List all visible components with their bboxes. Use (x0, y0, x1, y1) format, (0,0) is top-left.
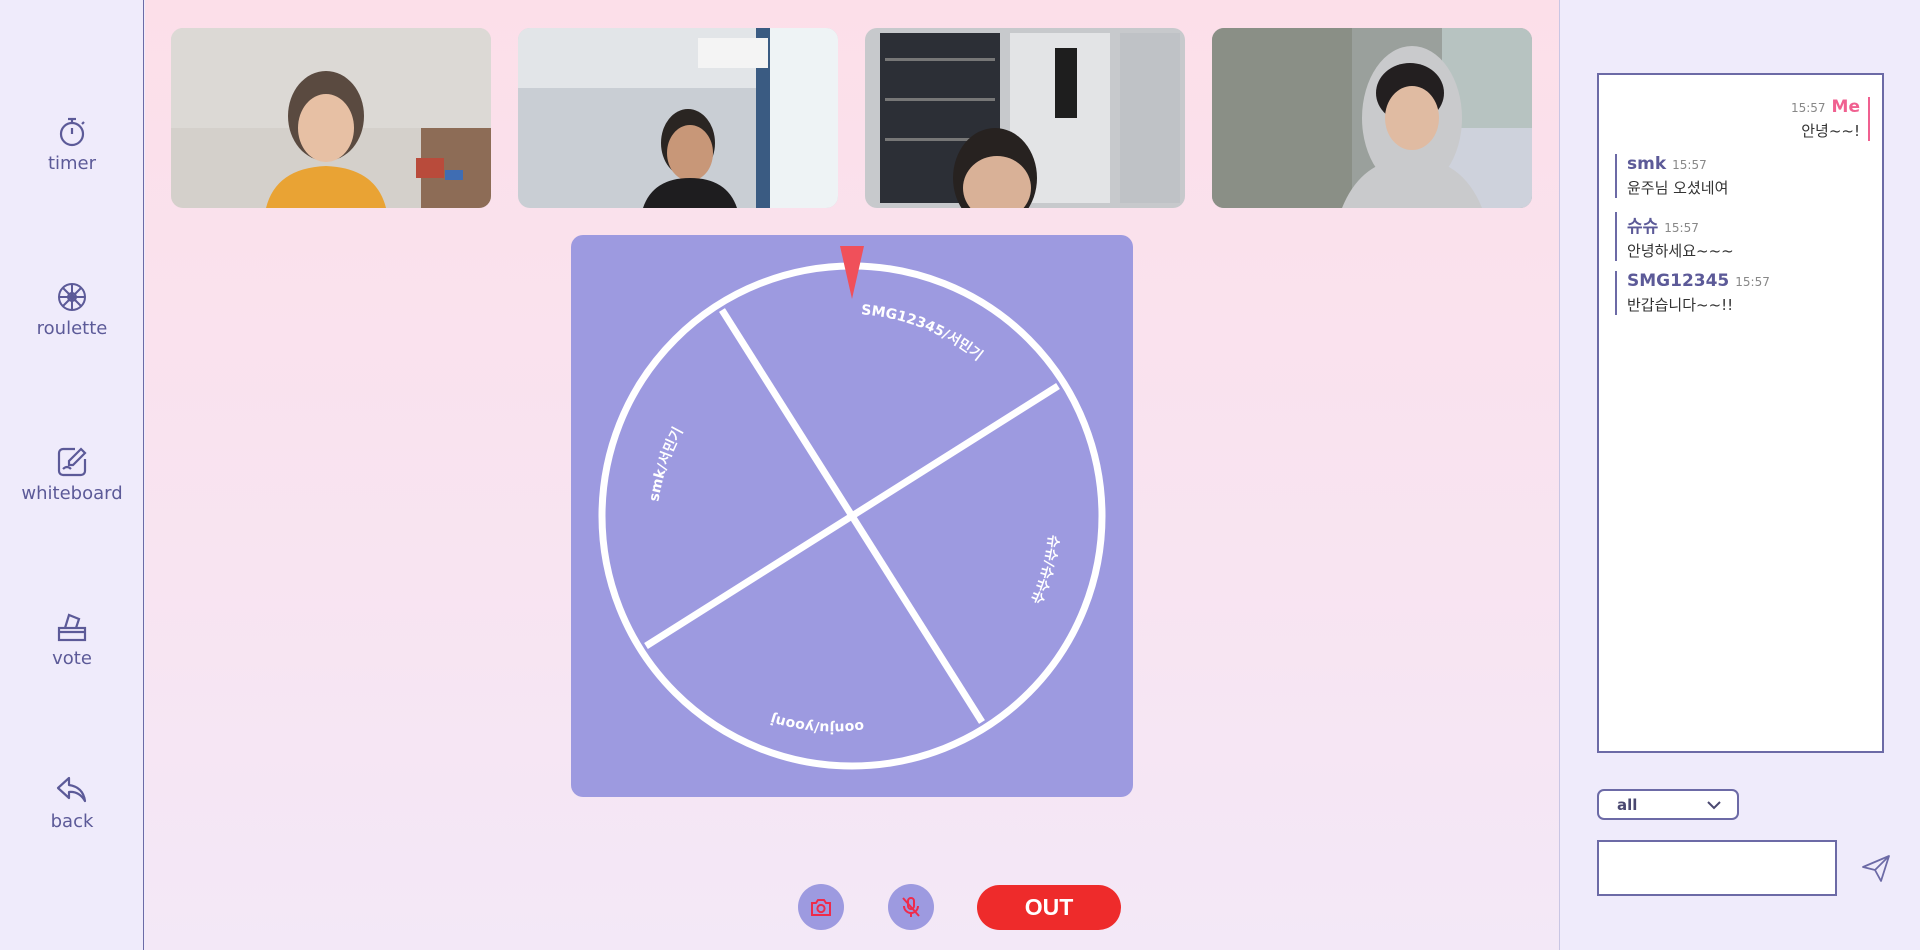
message-text: 반갑습니다~~!! (1627, 296, 1734, 314)
sidebar-item-label: timer (47, 153, 97, 174)
message-sender: Me (1831, 97, 1860, 117)
message-text: 안녕~~! (1801, 122, 1860, 140)
recipient-select-value: all (1617, 795, 1638, 814)
roulette-wheel[interactable]: SMG12345/서민기 슈슈/슈슈슈 yoonju/yoonju smk/서민… (566, 223, 1133, 797)
message-text: 윤주님 오셨네여 (1627, 179, 1729, 197)
video-tile-participant-1 (171, 28, 491, 208)
message-time: 15:57 (1672, 158, 1707, 172)
sidebar-item-back[interactable]: back (0, 773, 144, 832)
video-tile-participant-2 (518, 28, 838, 208)
message-time: 15:57 (1664, 221, 1699, 235)
video-tile-participant-4 (1212, 28, 1532, 208)
video-tile-participant-3 (865, 28, 1185, 208)
sidebar-item-roulette[interactable]: roulette (0, 280, 144, 339)
main-area: SMG12345/서민기 슈슈/슈슈슈 yoonju/yoonju smk/서민… (145, 0, 1559, 950)
message-sender: 슈슈 (1627, 217, 1659, 237)
chat-message: 15:57 Me 안녕~~! (1615, 97, 1870, 141)
leave-room-button[interactable]: OUT (977, 885, 1121, 930)
sidebar-item-vote[interactable]: vote (0, 610, 144, 669)
sidebar-item-label: whiteboard (21, 483, 123, 504)
wheel-pointer (840, 246, 864, 299)
message-time: 15:57 (1735, 275, 1770, 289)
send-paper-plane-icon (1862, 855, 1890, 882)
camera-icon (811, 899, 831, 916)
sidebar-item-label: back (50, 811, 94, 832)
back-arrow-icon (56, 776, 87, 803)
chat-message: SMG12345 15:57 반갑습니다~~!! (1615, 271, 1870, 315)
message-sender: SMG12345 (1627, 271, 1730, 291)
whiteboard-pen-icon (57, 447, 87, 477)
ballot-box-icon (57, 613, 87, 642)
sidebar-item-timer[interactable]: timer (0, 115, 144, 174)
left-sidebar: timer roulette whiteboard vote back (0, 0, 144, 950)
microphone-toggle-button[interactable] (888, 884, 934, 930)
send-button[interactable] (1860, 852, 1892, 884)
stopwatch-icon (59, 117, 85, 147)
wheel-divider (644, 383, 1060, 649)
sidebar-item-whiteboard[interactable]: whiteboard (0, 445, 144, 504)
sidebar-item-label: roulette (36, 318, 108, 339)
chevron-down-icon (1707, 800, 1721, 809)
chat-panel: 15:57 Me 안녕~~! smk 15:57 윤주님 오셨네여 슈슈 15:57 … (1559, 0, 1920, 950)
roulette-panel: SMG12345/서민기 슈슈/슈슈슈 yoonju/yoonju smk/서민… (566, 223, 1133, 797)
camera-toggle-button[interactable] (798, 884, 844, 930)
wheel-segment-label: smk/서민기 (646, 425, 686, 503)
call-controls: OUT (145, 884, 1559, 932)
message-sender: smk (1627, 154, 1667, 174)
wheel-segment-label: SMG12345/서민기 (861, 302, 986, 364)
recipient-select[interactable]: all (1597, 789, 1739, 820)
wheel-segment-label: yoonju/yoonju (571, 235, 865, 736)
microphone-icon (902, 897, 920, 917)
message-text: 안녕하세요~~~ (1627, 242, 1734, 260)
message-time: 15:57 (1790, 101, 1826, 115)
chat-message-list[interactable]: 15:57 Me 안녕~~! smk 15:57 윤주님 오셨네여 슈슈 15:57 … (1597, 73, 1884, 753)
wheel-segment-label: 슈슈/슈슈슈 (1028, 534, 1062, 606)
chat-message: 슈슈 15:57 안녕하세요~~~ (1615, 212, 1870, 261)
chat-message: smk 15:57 윤주님 오셨네여 (1615, 154, 1870, 198)
roulette-wheel-icon (58, 283, 86, 311)
sidebar-item-label: vote (52, 648, 92, 669)
chat-input[interactable] (1597, 840, 1837, 896)
